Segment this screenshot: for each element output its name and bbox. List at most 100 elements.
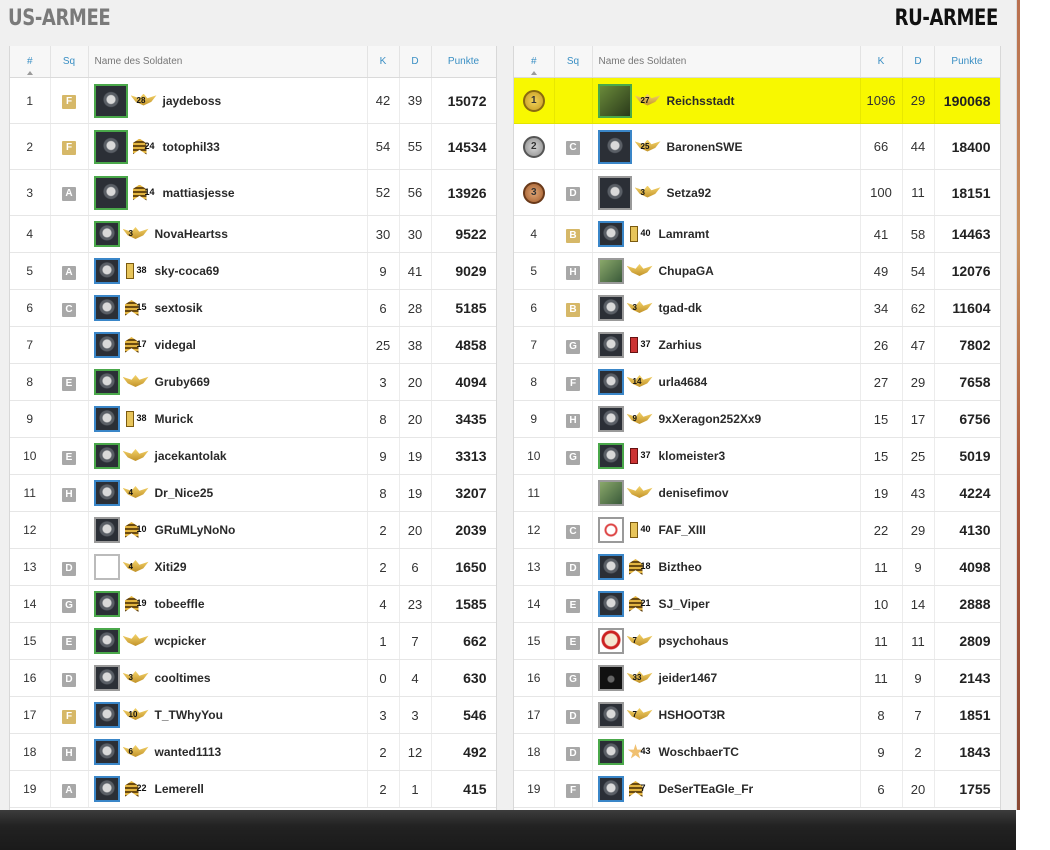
squad-badge[interactable]: B: [566, 302, 580, 317]
col-squad-header[interactable]: Sq: [554, 46, 593, 78]
col-points-header[interactable]: Punkte: [431, 46, 496, 78]
player-name-link[interactable]: FAF_XIII: [659, 523, 706, 537]
player-name-link[interactable]: mattiasjesse: [163, 186, 235, 200]
player-avatar[interactable]: [93, 702, 120, 728]
player-avatar[interactable]: [93, 369, 120, 395]
player-name-link[interactable]: Zarhius: [659, 338, 702, 352]
table-row[interactable]: 19 A 22 Lemerell 2 1 415: [10, 770, 496, 808]
table-row[interactable]: 14 E 21 SJ_Viper 10 14 2888: [514, 585, 1000, 623]
table-row[interactable]: 9 H 9 9xXeragon252Xx9 15 17 6756: [514, 400, 1000, 438]
player-name-link[interactable]: Lemerell: [155, 782, 204, 796]
player-avatar[interactable]: [93, 175, 128, 210]
player-name-link[interactable]: sky-coca69: [155, 264, 220, 278]
squad-badge[interactable]: A: [62, 265, 76, 280]
player-name-link[interactable]: T_TWhyYou: [155, 708, 223, 722]
player-name-link[interactable]: wcpicker: [155, 634, 206, 648]
squad-badge[interactable]: E: [566, 635, 580, 650]
squad-badge[interactable]: B: [566, 228, 580, 243]
table-row[interactable]: 18 H 6 wanted1113 2 12 492: [10, 733, 496, 771]
player-avatar[interactable]: [93, 295, 120, 321]
squad-badge[interactable]: F: [566, 783, 580, 798]
player-avatar[interactable]: [597, 258, 624, 284]
table-row[interactable]: 7 17 videgal 25 38 4858: [10, 326, 496, 364]
player-avatar[interactable]: [93, 776, 120, 802]
table-row[interactable]: 10 Ejacekantolak 9 19 3313: [10, 437, 496, 475]
player-avatar[interactable]: [597, 129, 632, 164]
player-avatar[interactable]: [93, 332, 120, 358]
col-kills-header[interactable]: K: [367, 46, 400, 78]
table-row[interactable]: 18 D 43 WoschbaerTC 9 2 1843: [514, 733, 1000, 771]
table-row[interactable]: 3 A 14 mattiasjesse 52 56 13926: [10, 169, 496, 216]
player-avatar[interactable]: [597, 628, 624, 654]
player-name-link[interactable]: cooltimes: [155, 671, 211, 685]
col-rank-header[interactable]: #: [10, 46, 51, 78]
player-avatar[interactable]: [597, 739, 624, 765]
table-row[interactable]: 5 H ChupaGA 49 54 12076: [514, 252, 1000, 290]
player-avatar[interactable]: [597, 83, 632, 118]
table-row[interactable]: 2 F 24 totophil33 54 55 14534: [10, 123, 496, 170]
player-avatar[interactable]: [597, 665, 624, 691]
squad-badge[interactable]: H: [62, 487, 76, 502]
player-name-link[interactable]: denisefimov: [659, 486, 729, 500]
table-row[interactable]: 5 A 38 sky-coca69 9 41 9029: [10, 252, 496, 290]
player-avatar[interactable]: [93, 129, 128, 164]
player-avatar[interactable]: [93, 443, 120, 469]
player-avatar[interactable]: [597, 517, 624, 543]
squad-badge[interactable]: E: [566, 598, 580, 613]
squad-badge[interactable]: H: [566, 413, 580, 428]
col-name-header[interactable]: Name des Soldaten: [592, 46, 861, 78]
player-avatar[interactable]: [597, 295, 624, 321]
player-avatar[interactable]: [93, 480, 120, 506]
squad-badge[interactable]: F: [62, 95, 76, 109]
squad-badge[interactable]: F: [566, 376, 580, 391]
player-avatar[interactable]: [93, 591, 120, 617]
table-row[interactable]: 6 B 3 tgad-dk 34 62 11604: [514, 289, 1000, 327]
col-deaths-header[interactable]: D: [399, 46, 432, 78]
table-row[interactable]: 7 G 37 Zarhius 26 47 7802: [514, 326, 1000, 364]
player-name-link[interactable]: Murick: [155, 412, 194, 426]
player-avatar[interactable]: [93, 517, 120, 543]
player-avatar[interactable]: [597, 554, 624, 580]
player-name-link[interactable]: WoschbaerTC: [659, 745, 739, 759]
player-name-link[interactable]: Setza92: [667, 186, 712, 200]
table-row[interactable]: 4 B 40 Lamramt 41 58 14463: [514, 215, 1000, 253]
player-name-link[interactable]: videgal: [155, 338, 196, 352]
player-avatar[interactable]: [597, 221, 624, 247]
squad-badge[interactable]: F: [62, 141, 76, 155]
player-avatar[interactable]: [93, 665, 120, 691]
player-avatar[interactable]: [597, 332, 624, 358]
player-name-link[interactable]: sextosik: [155, 301, 203, 315]
player-name-link[interactable]: ChupaGA: [659, 264, 714, 278]
table-row[interactable]: 10 G 37 klomeister3 15 25 5019: [514, 437, 1000, 475]
player-avatar[interactable]: [597, 369, 624, 395]
table-row[interactable]: 11 H 4 Dr_Nice25 8 19 3207: [10, 474, 496, 512]
squad-badge[interactable]: A: [62, 783, 76, 798]
squad-badge[interactable]: C: [62, 302, 76, 317]
player-name-link[interactable]: Dr_Nice25: [155, 486, 214, 500]
table-row[interactable]: 1 27 Reichsstadt 1096 29 190068: [514, 77, 1000, 124]
table-row[interactable]: 17 F 10 T_TWhyYou 3 3 546: [10, 696, 496, 734]
table-row[interactable]: 3 D 3 Setza92 100 11 18151: [514, 169, 1000, 216]
player-avatar[interactable]: [93, 83, 128, 118]
table-row[interactable]: 13 D 18 Biztheo 11 9 4098: [514, 548, 1000, 586]
table-row[interactable]: 14 G 19 tobeeffle 4 23 1585: [10, 585, 496, 623]
table-row[interactable]: 11 denisefimov 19 43 4224: [514, 474, 1000, 512]
player-name-link[interactable]: HSHOOT3R: [659, 708, 726, 722]
col-kills-header[interactable]: K: [860, 46, 903, 78]
squad-badge[interactable]: F: [62, 709, 76, 724]
table-row[interactable]: 6 C 15 sextosik 6 28 5185: [10, 289, 496, 327]
squad-badge[interactable]: E: [62, 635, 76, 650]
squad-badge[interactable]: H: [566, 265, 580, 280]
squad-badge[interactable]: D: [62, 672, 76, 687]
player-avatar[interactable]: [597, 175, 632, 210]
col-squad-header[interactable]: Sq: [50, 46, 89, 78]
player-avatar[interactable]: [93, 406, 120, 432]
player-avatar[interactable]: [597, 480, 624, 506]
player-name-link[interactable]: jaydeboss: [163, 94, 222, 108]
table-row[interactable]: 12 10 GRuMLyNoNo 2 20 2039: [10, 511, 496, 549]
squad-badge[interactable]: E: [62, 450, 76, 465]
table-row[interactable]: 19 F 7 DeSerTEaGle_Fr 6 20 1755: [514, 770, 1000, 808]
player-name-link[interactable]: NovaHeartss: [155, 227, 228, 241]
squad-badge[interactable]: C: [566, 524, 580, 539]
player-name-link[interactable]: Lamramt: [659, 227, 710, 241]
